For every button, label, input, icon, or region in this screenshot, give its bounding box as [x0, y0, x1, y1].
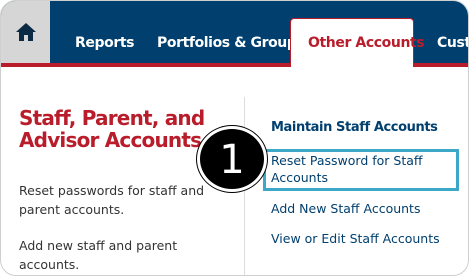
home-tab[interactable] [1, 1, 50, 63]
nav-tab-other-accounts-label: Other Accounts [308, 35, 425, 51]
nav-tab-customize[interactable]: Custo [437, 35, 468, 51]
step-number-badge: 1 [197, 126, 267, 192]
nav-tab-portfolios-groups[interactable]: Portfolios & Groups [157, 35, 305, 51]
maintain-staff-heading: Maintain Staff Accounts [271, 120, 438, 135]
add-staff-accounts-link[interactable]: Add New Staff Accounts [271, 200, 420, 217]
section-description-reset: Reset passwords for staff and parent acc… [19, 183, 205, 217]
nav-tab-other-accounts[interactable]: Other Accounts [290, 18, 425, 67]
highlight-callout-box [263, 149, 459, 191]
home-icon [15, 23, 36, 41]
nav-tab-reports[interactable]: Reports [75, 35, 134, 51]
screenshot-frame: Reports Portfolios & Groups Other Accoun… [0, 0, 469, 276]
view-edit-staff-accounts-link[interactable]: View or Edit Staff Accounts [271, 230, 440, 247]
step-number: 1 [219, 137, 245, 183]
top-navigation-bar: Reports Portfolios & Groups Other Accoun… [1, 1, 468, 67]
section-description-add: Add new staff and parent accounts. [19, 238, 178, 272]
